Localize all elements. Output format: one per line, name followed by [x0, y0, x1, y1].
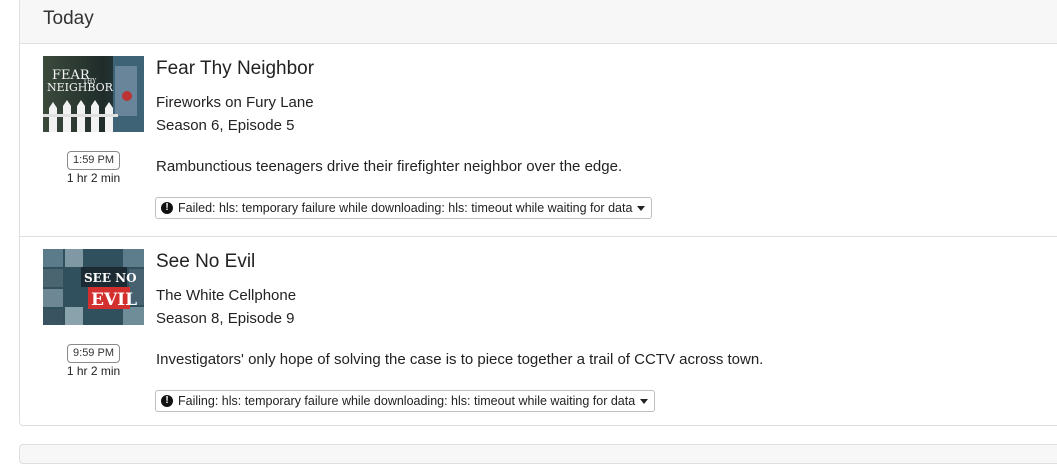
status-text: Failed: hls: temporary failure while dow… — [178, 201, 633, 215]
airtime-box: 9:59 PM 1 hr 2 min — [43, 343, 144, 378]
time-badge: 1:59 PM — [67, 151, 120, 170]
see-no-evil-artwork: SEE NO EVIL — [43, 249, 144, 325]
season-episode: Season 8, Episode 9 — [156, 310, 295, 327]
recording-entry: FEAR THY NEIGHBOR 1:59 PM 1 hr 2 min Fea… — [20, 44, 1057, 236]
episode-title: The White Cellphone — [156, 287, 297, 304]
episode-description: Rambunctious teenagers drive their firef… — [156, 158, 623, 175]
next-section-card — [19, 444, 1057, 464]
fear-thy-neighbor-artwork: FEAR THY NEIGHBOR — [43, 56, 144, 132]
season-episode: Season 6, Episode 5 — [156, 117, 295, 134]
duration: 1 hr 2 min — [66, 171, 121, 185]
exclamation-circle-icon: ! — [161, 202, 173, 214]
caret-down-icon — [640, 398, 649, 404]
thumb-text-line: NEIGHBOR — [47, 81, 114, 94]
show-thumbnail[interactable]: SEE NO EVIL — [43, 249, 144, 325]
section-header: Today — [20, 0, 1057, 44]
status-text: Failing: hls: temporary failure while do… — [178, 394, 636, 408]
show-title[interactable]: Fear Thy Neighbor — [156, 58, 314, 80]
show-thumbnail[interactable]: FEAR THY NEIGHBOR — [43, 56, 144, 132]
caret-down-icon — [637, 205, 646, 211]
show-title[interactable]: See No Evil — [156, 251, 255, 273]
episode-title: Fireworks on Fury Lane — [156, 94, 314, 111]
duration: 1 hr 2 min — [66, 364, 121, 378]
recordings-card: Today FEAR THY NEIGHBOR 1:59 PM 1 hr 2 m… — [19, 0, 1057, 426]
time-badge: 9:59 PM — [67, 344, 120, 363]
airtime-box: 1:59 PM 1 hr 2 min — [43, 150, 144, 185]
thumb-text-line: EVIL — [91, 290, 137, 310]
status-dropdown-button[interactable]: ! Failed: hls: temporary failure while d… — [155, 197, 653, 219]
exclamation-circle-icon: ! — [161, 395, 173, 407]
thumb-text-line: SEE NO — [84, 271, 137, 285]
recording-entry: SEE NO EVIL 9:59 PM 1 hr 2 min See No Ev… — [20, 236, 1057, 425]
status-dropdown-button[interactable]: ! Failing: hls: temporary failure while … — [155, 390, 656, 412]
episode-description: Investigators' only hope of solving the … — [156, 351, 764, 368]
